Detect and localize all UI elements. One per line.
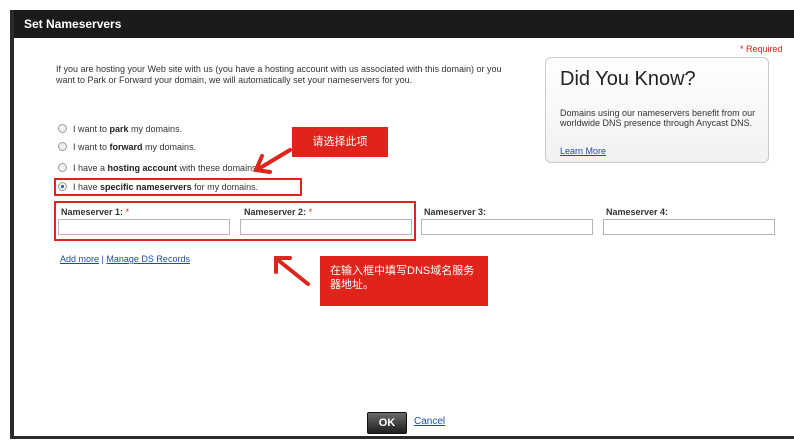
dialog-title-bar: Set Nameservers <box>14 10 794 38</box>
nameserver-4-input[interactable] <box>603 219 775 235</box>
dialog-window: Set Nameservers * Required If you are ho… <box>0 0 794 444</box>
dialog-title: Set Nameservers <box>24 17 122 31</box>
did-you-know-title: Did You Know? <box>560 68 696 90</box>
window-left-border <box>10 10 14 438</box>
add-more-link[interactable]: Add more <box>60 254 99 264</box>
radio-icon[interactable] <box>58 142 67 152</box>
intro-text: If you are hosting your Web site with us… <box>56 64 502 85</box>
nameserver-3-input[interactable] <box>421 219 593 235</box>
option-hosting-account[interactable]: I have a hosting account with these doma… <box>58 161 259 175</box>
required-note: * Required <box>740 44 783 54</box>
cancel-link[interactable]: Cancel <box>414 416 445 427</box>
did-you-know-text: Domains using our nameservers benefit fr… <box>560 108 756 128</box>
learn-more-link[interactable]: Learn More <box>560 146 606 156</box>
annotation-select-option: 请选择此项 <box>292 127 388 157</box>
arrow-icon <box>253 148 292 174</box>
window-bottom-border <box>10 436 794 439</box>
highlight-box-option <box>54 178 302 196</box>
ok-button[interactable]: OK <box>367 412 407 434</box>
nameserver-4-label: Nameserver 4: <box>606 207 669 217</box>
did-you-know-panel: Did You Know? Domains using our nameserv… <box>545 57 769 163</box>
highlight-box-nameservers <box>54 201 416 241</box>
option-forward[interactable]: I want to forward my domains. <box>58 140 196 154</box>
manage-ds-records-link[interactable]: Manage DS Records <box>106 254 190 264</box>
annotation-fill-dns: 在输入框中填写DNS域名服务器地址。 <box>320 256 488 306</box>
link-separator: | <box>101 254 104 264</box>
radio-icon[interactable] <box>58 163 67 173</box>
arrow-icon <box>274 256 310 286</box>
nameserver-3-label: Nameserver 3: <box>424 207 487 217</box>
nameserver-links: Add more | Manage DS Records <box>60 254 190 264</box>
radio-icon[interactable] <box>58 124 67 134</box>
option-park[interactable]: I want to park my domains. <box>58 122 182 136</box>
